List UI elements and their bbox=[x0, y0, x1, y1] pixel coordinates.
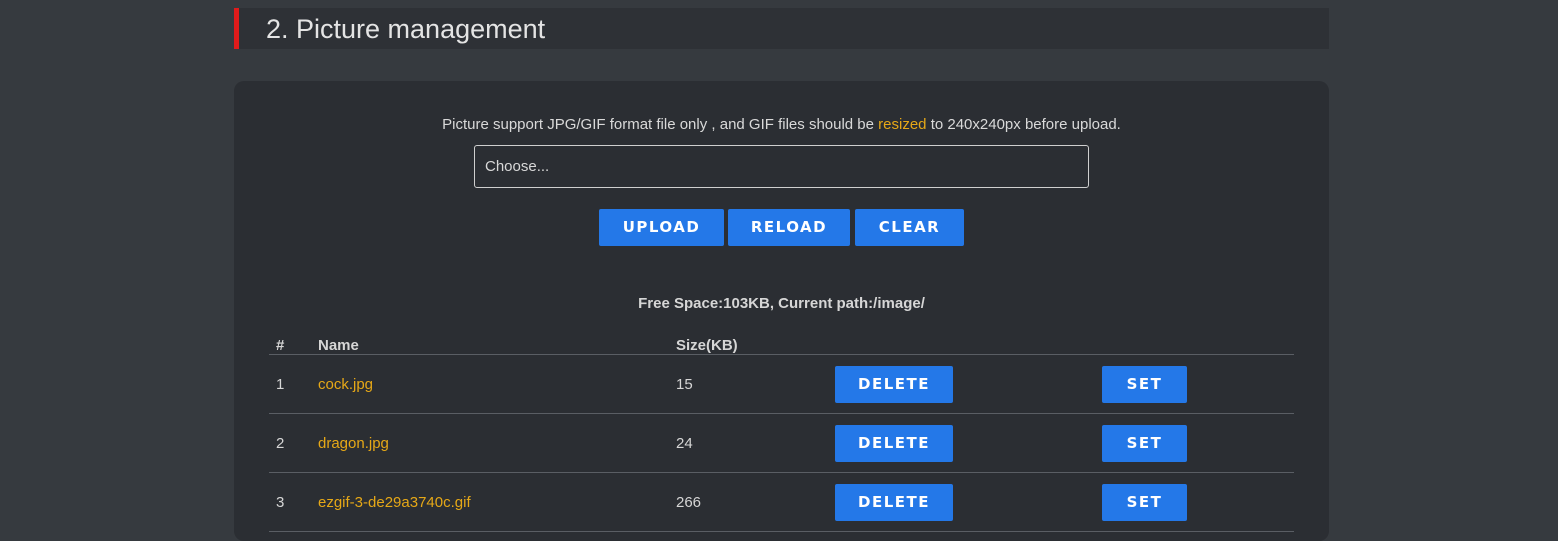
picture-management-panel: Picture support JPG/GIF format file only… bbox=[234, 81, 1329, 541]
header-name: Name bbox=[318, 337, 359, 354]
section-title: 2. Picture management bbox=[266, 14, 546, 44]
table-row: 1 cock.jpg 15 DELETE SET bbox=[269, 355, 1294, 414]
delete-button[interactable]: DELETE bbox=[835, 484, 953, 521]
upload-button[interactable]: UPLOAD bbox=[599, 209, 724, 246]
delete-button[interactable]: DELETE bbox=[835, 366, 953, 403]
row-number: 2 bbox=[276, 435, 285, 452]
row-number: 1 bbox=[276, 376, 285, 393]
header-number: # bbox=[276, 337, 285, 354]
file-size: 266 bbox=[676, 494, 702, 511]
file-size: 15 bbox=[676, 376, 693, 393]
file-table: # Name Size(KB) 1 cock.jpg 15 DELETE SET… bbox=[269, 333, 1294, 532]
delete-button[interactable]: DELETE bbox=[835, 425, 953, 462]
note-suffix: to 240x240px before upload. bbox=[926, 116, 1121, 133]
storage-info: Free Space:103KB, Current path:/image/ bbox=[638, 295, 925, 312]
file-name-link[interactable]: dragon.jpg bbox=[318, 435, 389, 452]
set-button[interactable]: SET bbox=[1102, 425, 1187, 462]
file-chooser-input[interactable] bbox=[474, 145, 1089, 188]
file-size: 24 bbox=[676, 435, 693, 452]
note-highlight: resized bbox=[878, 116, 927, 133]
table-row: 3 ezgif-3-de29a3740c.gif 266 DELETE SET bbox=[269, 473, 1294, 532]
file-name-link[interactable]: cock.jpg bbox=[318, 376, 373, 393]
file-name-link[interactable]: ezgif-3-de29a3740c.gif bbox=[318, 494, 471, 511]
table-header: # Name Size(KB) bbox=[269, 333, 1294, 355]
header-size: Size(KB) bbox=[676, 337, 738, 354]
upload-note: Picture support JPG/GIF format file only… bbox=[234, 116, 1329, 134]
clear-button[interactable]: CLEAR bbox=[855, 209, 964, 246]
reload-button[interactable]: RELOAD bbox=[728, 209, 850, 246]
table-row: 2 dragon.jpg 24 DELETE SET bbox=[269, 414, 1294, 473]
row-number: 3 bbox=[276, 494, 285, 511]
set-button[interactable]: SET bbox=[1102, 366, 1187, 403]
note-prefix: Picture support JPG/GIF format file only… bbox=[442, 116, 879, 133]
section-header: 2. Picture management bbox=[234, 8, 1329, 49]
set-button[interactable]: SET bbox=[1102, 484, 1187, 521]
